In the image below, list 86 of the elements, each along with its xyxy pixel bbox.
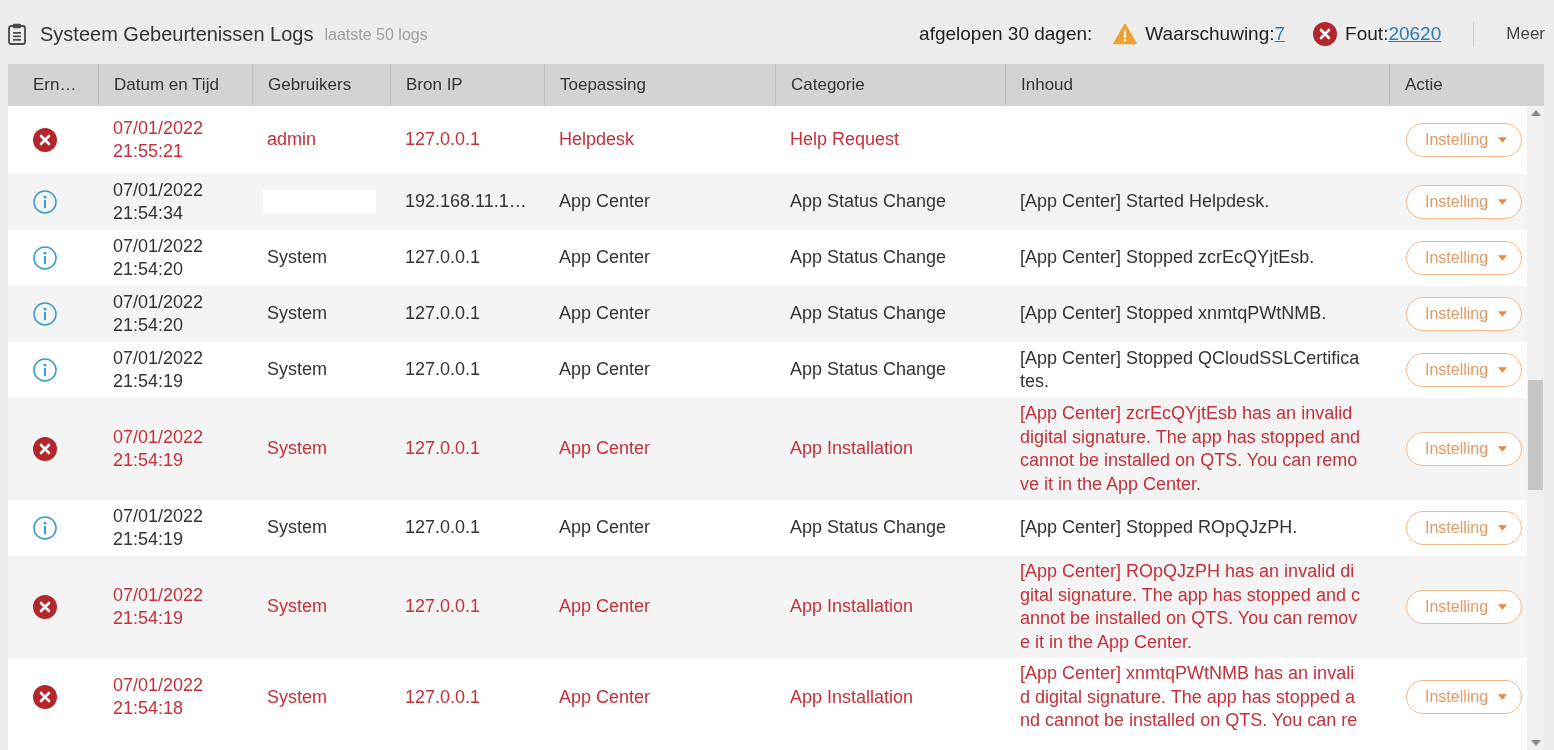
warning-icon: [1113, 23, 1138, 45]
more-link[interactable]: Meer: [1506, 24, 1545, 44]
scroll-up-arrow-icon[interactable]: [1530, 110, 1541, 116]
settings-dropdown-button[interactable]: Instelling: [1406, 185, 1523, 219]
caret-icon: [1498, 604, 1508, 610]
period-label: afgelopen 30 dagen:: [919, 23, 1093, 45]
table-cell: App Center: [559, 246, 651, 270]
table-cell: App Installation: [790, 437, 914, 461]
table-cell: [App Center] Stopped xnmtqPWtNMB.: [1020, 302, 1327, 326]
table-cell: [App Center] Stopped zcrEcQYjtEsb.: [1020, 246, 1315, 270]
table-cell-text: [App Center] zcrEcQYjtEsb has an invalid digital signature. The app has stopped and cannot be installed on QTS. You can remove it in the App Center.: [1020, 402, 1361, 496]
table-cell-text: 07/01/2022 21:54:34: [113, 178, 205, 225]
table-cell-text: 07/01/2022 21:55:21: [113, 116, 205, 163]
error-count-link[interactable]: 20620: [1388, 23, 1442, 45]
table-cell: Help Request: [790, 128, 900, 152]
table-cell: App Installation: [790, 595, 914, 619]
table-cell: System: [267, 595, 327, 619]
table-cell: [App Center] Stopped ROpQJzPH.: [1020, 516, 1298, 540]
table-cell: 127.0.0.1: [405, 302, 481, 326]
table-cell: App Status Change: [790, 246, 947, 270]
table-cell: System: [267, 246, 327, 270]
table-cell: 127.0.0.1: [405, 358, 481, 382]
table-cell-text: [App Center] Stopped QCloudSSLCertificates.: [1020, 346, 1361, 393]
table-cell: 127.0.0.1: [405, 685, 481, 709]
table-cell: App Center: [559, 358, 651, 382]
table-cell: 127.0.0.1: [405, 128, 481, 152]
table-cell: System: [267, 516, 327, 540]
scrollbar-thumb[interactable]: [1528, 380, 1543, 490]
table-cell: App Center: [559, 516, 651, 540]
settings-dropdown-button[interactable]: Instelling: [1406, 590, 1523, 624]
settings-dropdown-button[interactable]: Instelling: [1406, 353, 1523, 387]
caret-icon: [1498, 199, 1508, 205]
page-subtitle: laatste 50 logs: [324, 26, 428, 44]
caret-icon: [1498, 255, 1508, 261]
table-cell: 127.0.0.1: [405, 246, 481, 270]
table-cell: 127.0.0.1: [405, 595, 481, 619]
table-cell-text: 07/01/2022 21:54:19: [113, 346, 205, 393]
table-cell: App Status Change: [790, 302, 947, 326]
table-cell: App Status Change: [790, 190, 947, 214]
scrollbar[interactable]: [1527, 106, 1544, 750]
table-cell: admin: [267, 128, 317, 152]
settings-dropdown-button[interactable]: Instelling: [1406, 241, 1523, 275]
caret-icon: [1498, 694, 1508, 701]
table-cell-text: 07/01/2022 21:54:19: [113, 504, 205, 551]
warning-count-link[interactable]: 7: [1274, 23, 1286, 45]
settings-dropdown-button[interactable]: Instelling: [1406, 680, 1523, 715]
table-cell-text: [App Center] ROpQJzPH has an invalid digital signature. The app has stopped and cannot be installed on QTS. You can remove it in the App Center.: [1020, 560, 1361, 654]
table-cell-text: 07/01/2022 21:54:20: [113, 290, 205, 337]
table-cell: [App Center] Started Helpdesk.: [1020, 190, 1270, 214]
caret-icon: [1498, 446, 1508, 452]
table-cell: 192.168.11.1…: [405, 190, 527, 214]
table-cell: App Center: [559, 595, 651, 619]
table-cell: App Center: [559, 437, 651, 461]
warning-label: Waarschuwing:: [1145, 23, 1275, 45]
table-cell: System: [267, 437, 327, 461]
settings-dropdown-button[interactable]: Instelling: [1406, 297, 1523, 331]
table-cell: Helpdesk: [559, 128, 635, 152]
table-cell: System: [267, 302, 327, 326]
table-cell: System: [267, 685, 327, 709]
scroll-down-arrow-icon[interactable]: [1530, 740, 1541, 746]
page-title: Systeem Gebeurtenissen Logs: [40, 22, 314, 46]
caret-icon: [1498, 367, 1508, 373]
caret-icon: [1498, 525, 1508, 531]
table-cell: App Center: [559, 190, 651, 214]
settings-dropdown-button[interactable]: Instelling: [1406, 432, 1523, 466]
table-cell-text: 07/01/2022 21:54:18: [113, 673, 205, 721]
table-cell: App Installation: [790, 685, 914, 709]
table-cell: App Center: [559, 685, 651, 709]
error-icon: [1313, 22, 1338, 46]
table-cell: App Status Change: [790, 358, 947, 382]
error-label: Fout:: [1345, 23, 1389, 45]
caret-icon: [1498, 311, 1508, 317]
table-cell: 127.0.0.1: [405, 437, 481, 461]
clipboard-icon: [8, 23, 26, 45]
table-cell: App Center: [559, 302, 651, 326]
table-cell-text: 07/01/2022 21:54:19: [113, 583, 205, 630]
table-cell: System: [267, 358, 327, 382]
table-cell-text: [App Center] xnmtqPWtNMB has an invalid digital signature. The app has stopped and cannot be installed on QTS. You can re: [1020, 662, 1359, 732]
table-cell-text: 07/01/2022 21:54:20: [113, 234, 205, 281]
table-cell: App Status Change: [790, 516, 947, 540]
table-cell-text: 07/01/2022 21:54:19: [113, 425, 205, 472]
settings-dropdown-button[interactable]: Instelling: [1406, 511, 1523, 545]
table-cell: 127.0.0.1: [405, 516, 481, 540]
caret-icon: [1498, 137, 1508, 143]
settings-dropdown-button[interactable]: Instelling: [1406, 123, 1523, 157]
column-header[interactable]: Ern…: [8, 64, 98, 106]
